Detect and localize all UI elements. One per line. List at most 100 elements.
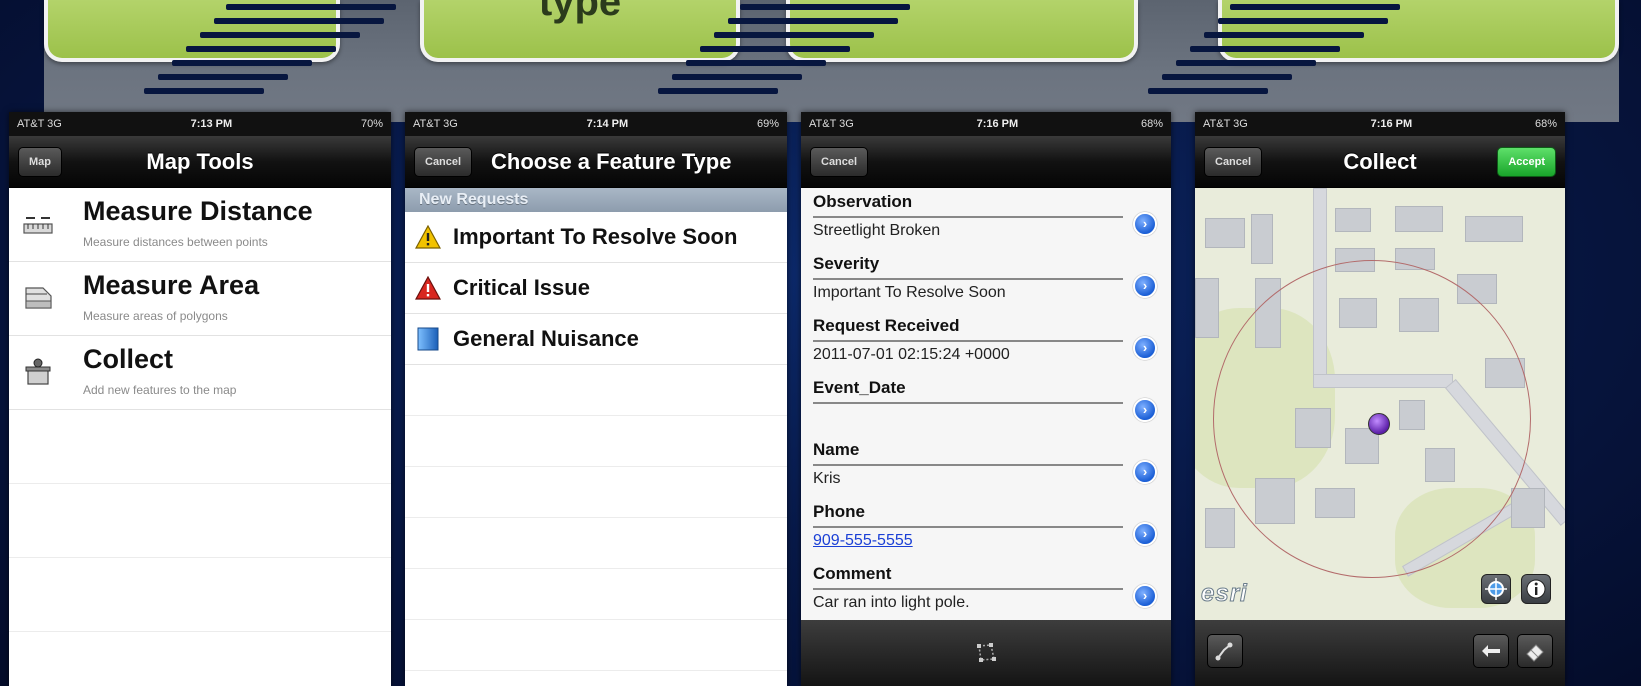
map-building [1195,278,1219,338]
tool-title: Measure Distance [83,196,313,226]
attribute-name: Request Received [813,316,960,335]
tool-measure-area[interactable]: Measure Area Measure areas of polygons [9,262,391,336]
nav-title: Map Tools [146,148,254,174]
tool-subtitle: Measure distances between points [83,235,268,249]
disclosure-icon[interactable]: › [1133,584,1157,608]
attribute-name: Observation [813,192,913,211]
attribute-divider [813,340,1123,342]
nav-bar: Cancel Collect Accept [1195,136,1565,188]
empty-row [405,569,787,620]
attribute-value: Streetlight Broken [813,222,941,239]
map-view[interactable]: esri [1195,188,1565,620]
esri-logo: esri [1201,580,1248,608]
nav-bar: Cancel [801,136,1171,188]
decorative-stripes-2 [644,0,910,112]
attribute-value: 2011-07-01 02:15:24 +0000 [813,346,1010,363]
attribute-divider [813,464,1123,466]
feature-type-important[interactable]: Important To Resolve Soon [405,212,787,263]
attribute-row[interactable]: Comment Car ran into light pole. › [801,560,1171,622]
attribute-divider [813,588,1123,590]
blue-square-icon [417,327,439,351]
attribute-divider [813,402,1123,404]
empty-row [9,410,391,484]
decorative-stripes-3 [1134,0,1400,112]
collect-icon [25,358,51,385]
warning-red-icon [415,276,441,300]
empty-row [9,632,391,686]
disclosure-icon[interactable]: › [1133,522,1157,546]
phone-link[interactable]: 909-555-5555 [813,532,1171,550]
disclosure-icon[interactable]: › [1133,336,1157,360]
map-building [1205,508,1235,548]
nav-title: Choose a Feature Type [491,148,732,174]
attribute-value: Important To Resolve Soon [813,284,1006,301]
battery: 68% [1534,118,1557,130]
disclosure-icon[interactable]: › [1133,460,1157,484]
eraser-button[interactable] [1517,634,1553,668]
tool-subtitle: Measure areas of polygons [83,309,228,323]
gps-button[interactable] [1481,574,1511,604]
clock: 7:14 PM [586,118,629,130]
tool-measure-distance[interactable]: Measure Distance Measure distances betwe… [9,188,391,262]
status-bar: AT&T 3G 7:16 PM 68% [1195,112,1565,136]
sketch-icon [1215,642,1233,661]
map-building [1465,216,1523,242]
carrier: AT&T 3G [413,118,458,130]
ruler-icon [23,217,53,234]
undo-icon [1482,645,1500,657]
sketch-tool-button[interactable] [1207,634,1243,668]
attribute-row[interactable]: Name Kris › [801,436,1171,498]
attribute-row[interactable]: Event_Date › [801,374,1171,436]
empty-row [405,365,787,416]
undo-button[interactable] [1473,634,1509,668]
feature-type-nuisance[interactable]: General Nuisance [405,314,787,365]
accept-button[interactable]: Accept [1497,147,1556,177]
polygon-edit-icon[interactable] [975,642,997,664]
cancel-button[interactable]: Cancel [810,147,869,177]
attribute-name: Comment [813,564,892,583]
disclosure-icon[interactable]: › [1133,398,1157,422]
crosshair-icon [1485,578,1507,600]
tool-collect[interactable]: Collect Add new features to the map [9,336,391,410]
attribute-name: Name [813,440,860,459]
clock: 7:16 PM [1370,118,1413,130]
status-bar: AT&T 3G 7:13 PM 70% [9,112,391,136]
feature-type-critical[interactable]: Critical Issue [405,263,787,314]
attribute-row[interactable]: Request Received 2011-07-01 02:15:24 +00… [801,312,1171,374]
tool-title: Measure Area [83,270,260,300]
eraser-icon [1526,644,1544,662]
location-pin[interactable] [1368,413,1390,435]
disclosure-icon[interactable]: › [1133,274,1157,298]
phone-feature-type: AT&T 3G 7:14 PM 69% Cancel Choose a Feat… [405,112,787,686]
info-button[interactable] [1521,574,1551,604]
status-bar: AT&T 3G 7:16 PM 68% [801,112,1171,136]
map-building [1251,214,1273,264]
section-header: New Requests [405,188,787,212]
cancel-button[interactable]: Cancel [1204,147,1263,177]
nav-bar: Map Map Tools [9,136,391,188]
attribute-row[interactable]: Severity Important To Resolve Soon › [801,250,1171,312]
clock: 7:16 PM [976,118,1019,130]
nav-bar: Cancel Choose a Feature Type [405,136,787,188]
attribute-row[interactable]: Observation Streetlight Broken › [801,188,1171,250]
tool-subtitle: Add new features to the map [83,383,237,397]
feature-type-label: Critical Issue [453,275,590,300]
carrier: AT&T 3G [17,118,62,130]
clock: 7:13 PM [190,118,233,130]
empty-row [9,558,391,632]
map-building [1205,218,1245,248]
disclosure-icon[interactable]: › [1133,212,1157,236]
carrier: AT&T 3G [1203,118,1248,130]
attribute-list: Observation Streetlight Broken › Severit… [801,188,1171,620]
attribute-row[interactable]: Phone 909-555-5555 › [801,498,1171,560]
battery: 68% [1140,118,1163,130]
slide-banner: type [44,0,1619,122]
phone-map-tools: AT&T 3G 7:13 PM 70% Map Map Tools Measur… [9,112,391,686]
cancel-button[interactable]: Cancel [414,147,473,177]
map-button[interactable]: Map [18,147,62,177]
attribute-divider [813,526,1123,528]
nav-title: Collect [1343,148,1417,174]
empty-row [405,620,787,671]
empty-row [9,484,391,558]
attribute-value: Car ran into light pole. [813,594,970,611]
